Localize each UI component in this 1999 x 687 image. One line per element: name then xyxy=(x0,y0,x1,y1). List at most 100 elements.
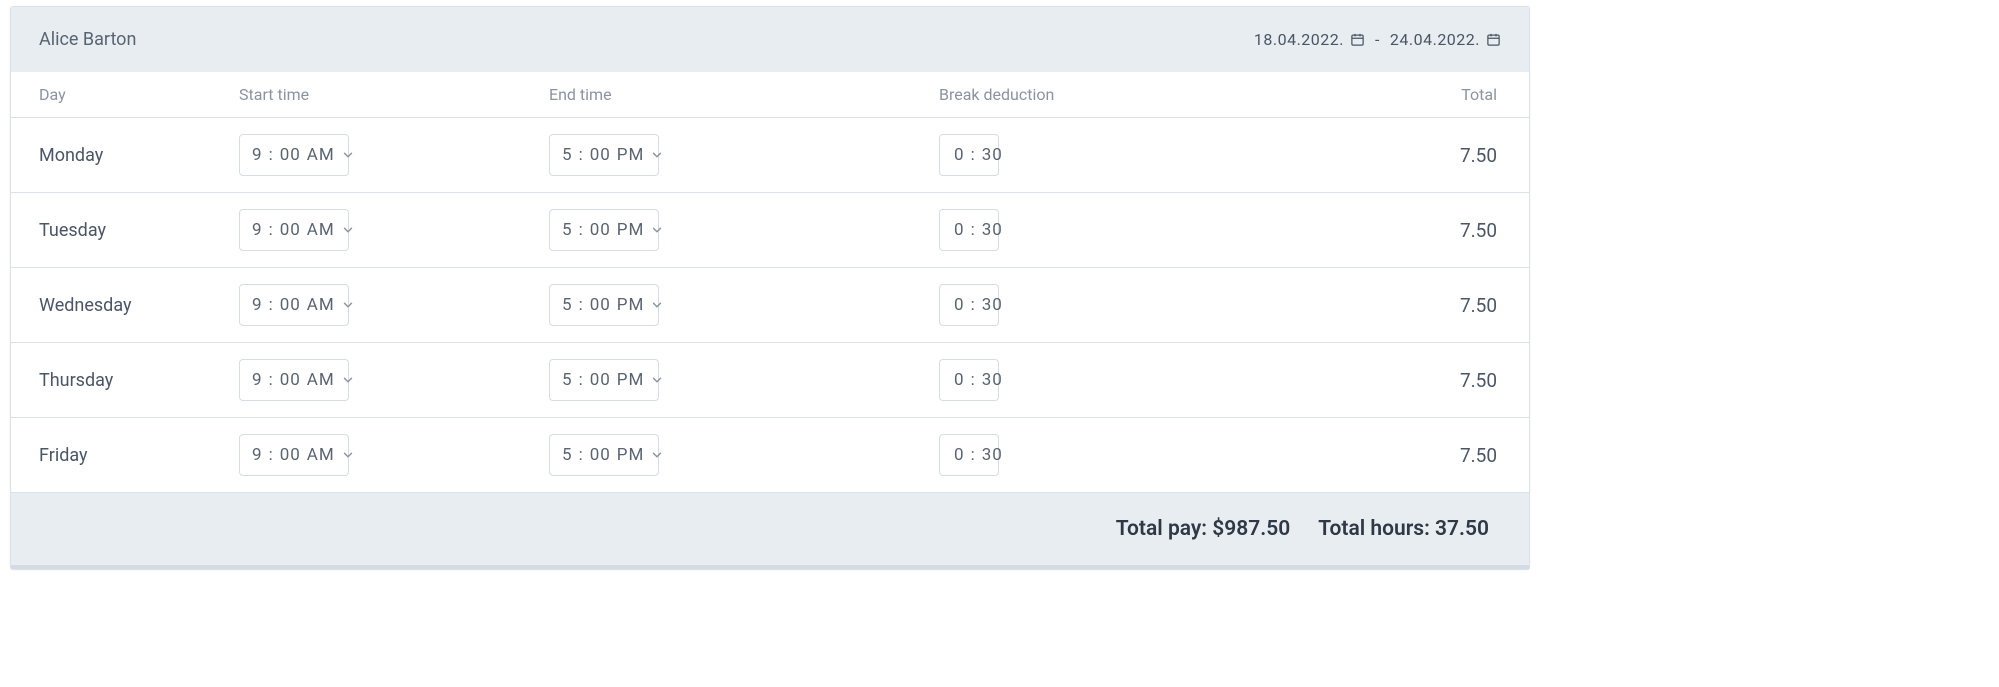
end-hour[interactable]: 5 xyxy=(562,220,573,240)
chevron-down-icon[interactable] xyxy=(341,148,355,162)
end-time-picker[interactable]: 5:00 PM xyxy=(549,434,659,476)
end-period[interactable]: PM xyxy=(617,445,645,465)
break-minute[interactable]: 30 xyxy=(982,445,1003,465)
break-hour[interactable]: 0 xyxy=(954,295,965,315)
start-minute[interactable]: 00 xyxy=(280,220,301,240)
break-picker[interactable]: 0:30 xyxy=(939,284,999,326)
time-separator: : xyxy=(971,295,976,315)
break-hour[interactable]: 0 xyxy=(954,145,965,165)
start-time-picker[interactable]: 9:00 AM xyxy=(239,434,349,476)
time-separator: : xyxy=(579,145,584,165)
end-minute[interactable]: 00 xyxy=(590,145,611,165)
end-time-picker[interactable]: 5:00 PM xyxy=(549,284,659,326)
day-label: Thursday xyxy=(39,370,239,391)
start-time-cell: 9:00 AM xyxy=(239,434,549,476)
chevron-down-icon[interactable] xyxy=(341,448,355,462)
start-hour[interactable]: 9 xyxy=(252,145,263,165)
date-to-segment[interactable]: 24.04.2022. xyxy=(1390,30,1501,49)
start-period[interactable]: AM xyxy=(307,370,335,390)
panel-footer: Total pay: $987.50 Total hours: 37.50 xyxy=(11,493,1529,569)
end-time-cell: 5:00 PM xyxy=(549,284,939,326)
total-pay-label: Total pay: xyxy=(1116,517,1213,541)
day-label: Friday xyxy=(39,445,239,466)
break-picker[interactable]: 0:30 xyxy=(939,359,999,401)
row-total: 7.50 xyxy=(1439,219,1501,242)
total-pay: Total pay: $987.50 xyxy=(1116,517,1290,541)
start-minute[interactable]: 00 xyxy=(280,145,301,165)
end-period[interactable]: PM xyxy=(617,145,645,165)
end-hour[interactable]: 5 xyxy=(562,445,573,465)
break-minute[interactable]: 30 xyxy=(982,295,1003,315)
break-minute[interactable]: 30 xyxy=(982,370,1003,390)
col-break-header: Break deduction xyxy=(939,85,1439,104)
time-separator: : xyxy=(269,445,274,465)
table-row: Thursday9:00 AM5:00 PM0:307.50 xyxy=(11,343,1529,418)
start-hour[interactable]: 9 xyxy=(252,295,263,315)
end-time-cell: 5:00 PM xyxy=(549,134,939,176)
chevron-down-icon[interactable] xyxy=(341,298,355,312)
time-separator: : xyxy=(971,445,976,465)
chevron-down-icon[interactable] xyxy=(650,223,664,237)
table-row: Wednesday9:00 AM5:00 PM0:307.50 xyxy=(11,268,1529,343)
break-hour[interactable]: 0 xyxy=(954,370,965,390)
end-time-picker[interactable]: 5:00 PM xyxy=(549,134,659,176)
break-cell: 0:30 xyxy=(939,134,1439,176)
end-time-picker[interactable]: 5:00 PM xyxy=(549,359,659,401)
end-period[interactable]: PM xyxy=(617,295,645,315)
time-separator: : xyxy=(579,220,584,240)
start-time-picker[interactable]: 9:00 AM xyxy=(239,134,349,176)
end-hour[interactable]: 5 xyxy=(562,370,573,390)
start-hour[interactable]: 9 xyxy=(252,370,263,390)
end-minute[interactable]: 00 xyxy=(590,295,611,315)
end-minute[interactable]: 00 xyxy=(590,220,611,240)
time-separator: : xyxy=(269,370,274,390)
start-time-picker[interactable]: 9:00 AM xyxy=(239,284,349,326)
end-minute[interactable]: 00 xyxy=(590,445,611,465)
end-period[interactable]: PM xyxy=(617,370,645,390)
start-minute[interactable]: 00 xyxy=(280,370,301,390)
break-hour[interactable]: 0 xyxy=(954,445,965,465)
end-hour[interactable]: 5 xyxy=(562,145,573,165)
start-minute[interactable]: 00 xyxy=(280,445,301,465)
time-separator: : xyxy=(971,220,976,240)
chevron-down-icon[interactable] xyxy=(341,223,355,237)
rows-container: Monday9:00 AM5:00 PM0:307.50Tuesday9:00 … xyxy=(11,118,1529,493)
start-period[interactable]: AM xyxy=(307,220,335,240)
start-minute[interactable]: 00 xyxy=(280,295,301,315)
total-pay-value: $987.50 xyxy=(1212,517,1290,541)
calendar-icon xyxy=(1486,32,1501,47)
break-picker[interactable]: 0:30 xyxy=(939,434,999,476)
end-time-picker[interactable]: 5:00 PM xyxy=(549,209,659,251)
col-day-header: Day xyxy=(39,85,239,104)
start-hour[interactable]: 9 xyxy=(252,220,263,240)
chevron-down-icon[interactable] xyxy=(341,373,355,387)
start-hour[interactable]: 9 xyxy=(252,445,263,465)
break-picker[interactable]: 0:30 xyxy=(939,209,999,251)
end-time-cell: 5:00 PM xyxy=(549,359,939,401)
chevron-down-icon[interactable] xyxy=(650,448,664,462)
day-label: Wednesday xyxy=(39,295,239,316)
chevron-down-icon[interactable] xyxy=(650,373,664,387)
calendar-icon xyxy=(1350,32,1365,47)
chevron-down-icon[interactable] xyxy=(650,298,664,312)
start-time-picker[interactable]: 9:00 AM xyxy=(239,209,349,251)
time-separator: : xyxy=(579,370,584,390)
start-time-picker[interactable]: 9:00 AM xyxy=(239,359,349,401)
start-period[interactable]: AM xyxy=(307,295,335,315)
break-minute[interactable]: 30 xyxy=(982,145,1003,165)
start-period[interactable]: AM xyxy=(307,145,335,165)
date-range-separator: - xyxy=(1375,30,1380,49)
end-period[interactable]: PM xyxy=(617,220,645,240)
chevron-down-icon[interactable] xyxy=(650,148,664,162)
time-separator: : xyxy=(971,145,976,165)
break-minute[interactable]: 30 xyxy=(982,220,1003,240)
timesheet-panel: Alice Barton 18.04.2022. - 24.04.2022. xyxy=(10,6,1530,570)
break-picker[interactable]: 0:30 xyxy=(939,134,999,176)
table-header-row: Day Start time End time Break deduction … xyxy=(11,72,1529,118)
time-separator: : xyxy=(269,295,274,315)
start-period[interactable]: AM xyxy=(307,445,335,465)
end-minute[interactable]: 00 xyxy=(590,370,611,390)
date-from-segment[interactable]: 18.04.2022. xyxy=(1254,30,1365,49)
end-hour[interactable]: 5 xyxy=(562,295,573,315)
break-hour[interactable]: 0 xyxy=(954,220,965,240)
